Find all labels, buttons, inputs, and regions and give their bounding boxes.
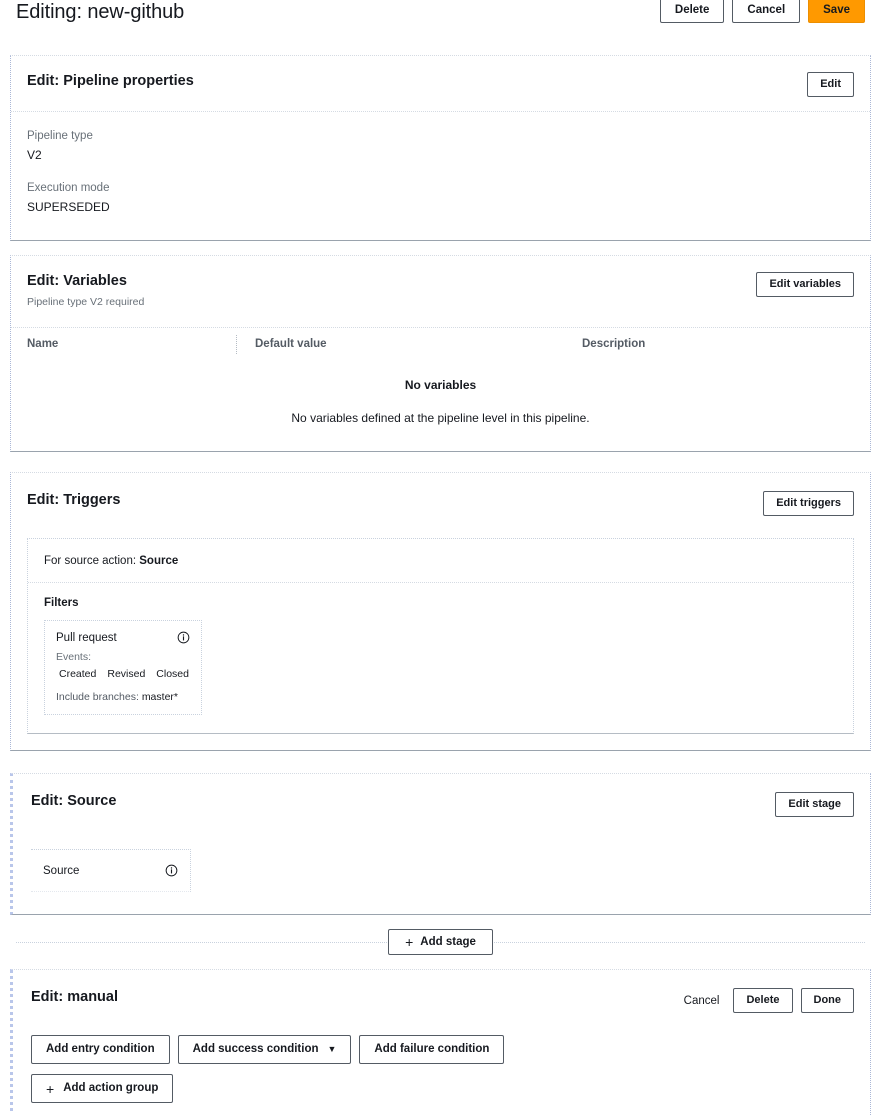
delete-pipeline-button[interactable]: Delete <box>660 0 725 23</box>
filter-title: Pull request <box>56 632 117 644</box>
pipeline-properties-card: Edit: Pipeline properties Edit Pipeline … <box>10 55 871 241</box>
filter-include-branches: Include branches: master* <box>56 691 190 703</box>
add-action-group-button[interactable]: + Add action group <box>31 1074 173 1103</box>
source-action-name: Source <box>139 555 178 567</box>
add-entry-condition-button[interactable]: Add entry condition <box>31 1035 170 1064</box>
action-name: Source <box>43 865 79 877</box>
edit-pipeline-properties-button[interactable]: Edit <box>807 72 854 97</box>
source-stage-header: Edit: Source Edit stage <box>13 774 870 827</box>
field-execution-mode: Execution mode SUPERSEDED <box>27 180 854 216</box>
variables-subtitle: Pipeline type V2 required <box>27 296 144 309</box>
variables-empty-state: No variables No variables defined at the… <box>11 360 870 451</box>
button-label: Add success condition <box>193 1042 319 1057</box>
action-card-source[interactable]: Source <box>31 849 191 892</box>
manual-cancel-button[interactable]: Cancel <box>678 991 726 1011</box>
filter-card-header: Pull request <box>56 631 190 644</box>
edit-variables-button[interactable]: Edit variables <box>756 272 854 297</box>
header-actions: Delete Cancel Save <box>660 0 865 23</box>
manual-delete-button[interactable]: Delete <box>733 988 792 1013</box>
button-label: Add action group <box>63 1081 158 1096</box>
manual-stage-header: Edit: manual Cancel Delete Done <box>13 970 870 1035</box>
plus-icon: + <box>405 936 413 948</box>
source-stage-card: Edit: Source Edit stage Source <box>10 773 871 915</box>
field-value: SUPERSEDED <box>27 198 854 216</box>
manual-done-button[interactable]: Done <box>801 988 855 1013</box>
empty-state-title: No variables <box>11 378 870 392</box>
triggers-title: Edit: Triggers <box>27 491 120 509</box>
triggers-header: Edit: Triggers Edit triggers <box>11 473 870 538</box>
pipeline-properties-body: Pipeline type V2 Execution mode SUPERSED… <box>11 112 870 240</box>
manual-stage-card: Edit: manual Cancel Delete Done Add entr… <box>10 969 871 1115</box>
info-icon[interactable] <box>177 631 190 644</box>
field-label: Pipeline type <box>27 128 854 144</box>
add-success-condition-button[interactable]: Add success condition ▼ <box>178 1035 352 1064</box>
button-label: Add failure condition <box>374 1042 489 1057</box>
add-stage-button[interactable]: + Add stage <box>388 929 493 955</box>
button-label: Add entry condition <box>46 1042 155 1057</box>
info-icon[interactable] <box>165 864 178 877</box>
field-pipeline-type: Pipeline type V2 <box>27 128 854 164</box>
condition-buttons-row: Add entry condition Add success conditio… <box>13 1035 870 1064</box>
pipeline-edit-page: Editing: new-github Delete Cancel Save E… <box>0 0 881 1115</box>
trigger-group: For source action: Source Filters Pull r… <box>27 538 854 734</box>
add-action-group-row: + Add action group <box>13 1074 870 1115</box>
trigger-source-action: For source action: Source <box>28 539 853 582</box>
field-value: V2 <box>27 146 854 164</box>
add-stage-row: + Add stage <box>16 929 865 955</box>
cancel-button[interactable]: Cancel <box>732 0 800 23</box>
column-header-description: Description <box>582 338 854 350</box>
manual-stage-actions: Cancel Delete Done <box>678 988 854 1013</box>
variables-heading-group: Edit: Variables Pipeline type V2 require… <box>27 272 144 309</box>
empty-state-message: No variables defined at the pipeline lev… <box>11 411 870 425</box>
column-header-default-value: Default value <box>237 338 582 350</box>
filter-event-chip: Closed <box>156 668 189 680</box>
edit-stage-button[interactable]: Edit stage <box>775 792 854 817</box>
variables-title: Edit: Variables <box>27 272 144 290</box>
plus-icon: + <box>46 1083 54 1095</box>
page-title: Editing: new-github <box>16 0 184 24</box>
filter-events-list: Created Revised Closed <box>56 668 190 680</box>
column-divider <box>236 335 237 354</box>
filter-event-chip: Created <box>59 668 96 680</box>
trigger-filters: Filters Pull request Events: <box>28 583 853 733</box>
triggers-card: Edit: Triggers Edit triggers For source … <box>10 472 871 751</box>
chevron-down-icon: ▼ <box>328 1045 337 1054</box>
manual-stage-title: Edit: manual <box>31 988 118 1006</box>
filters-label: Filters <box>44 597 837 609</box>
variables-header: Edit: Variables Pipeline type V2 require… <box>11 256 870 319</box>
filter-card-pull-request[interactable]: Pull request Events: Created Revised <box>44 620 202 715</box>
source-action-prefix: For source action: <box>44 555 136 567</box>
branches-prefix: Include branches: <box>56 691 139 703</box>
column-label: Name <box>27 338 58 350</box>
add-failure-condition-button[interactable]: Add failure condition <box>359 1035 504 1064</box>
pipeline-properties-title: Edit: Pipeline properties <box>27 72 194 90</box>
page-header: Editing: new-github Delete Cancel Save <box>0 0 881 32</box>
column-header-name: Name <box>27 338 237 350</box>
variables-table-header: Name Default value Description <box>11 328 870 360</box>
pipeline-properties-header: Edit: Pipeline properties Edit <box>11 56 870 111</box>
add-stage-label: Add stage <box>420 935 476 949</box>
edit-triggers-button[interactable]: Edit triggers <box>763 491 854 516</box>
variables-card: Edit: Variables Pipeline type V2 require… <box>10 255 871 452</box>
source-stage-body: Source <box>13 827 870 914</box>
source-stage-title: Edit: Source <box>31 792 116 810</box>
filter-events-label: Events: <box>56 651 190 663</box>
field-label: Execution mode <box>27 180 854 196</box>
save-button[interactable]: Save <box>808 0 865 23</box>
branches-value: master* <box>142 691 178 703</box>
filter-event-chip: Revised <box>107 668 145 680</box>
